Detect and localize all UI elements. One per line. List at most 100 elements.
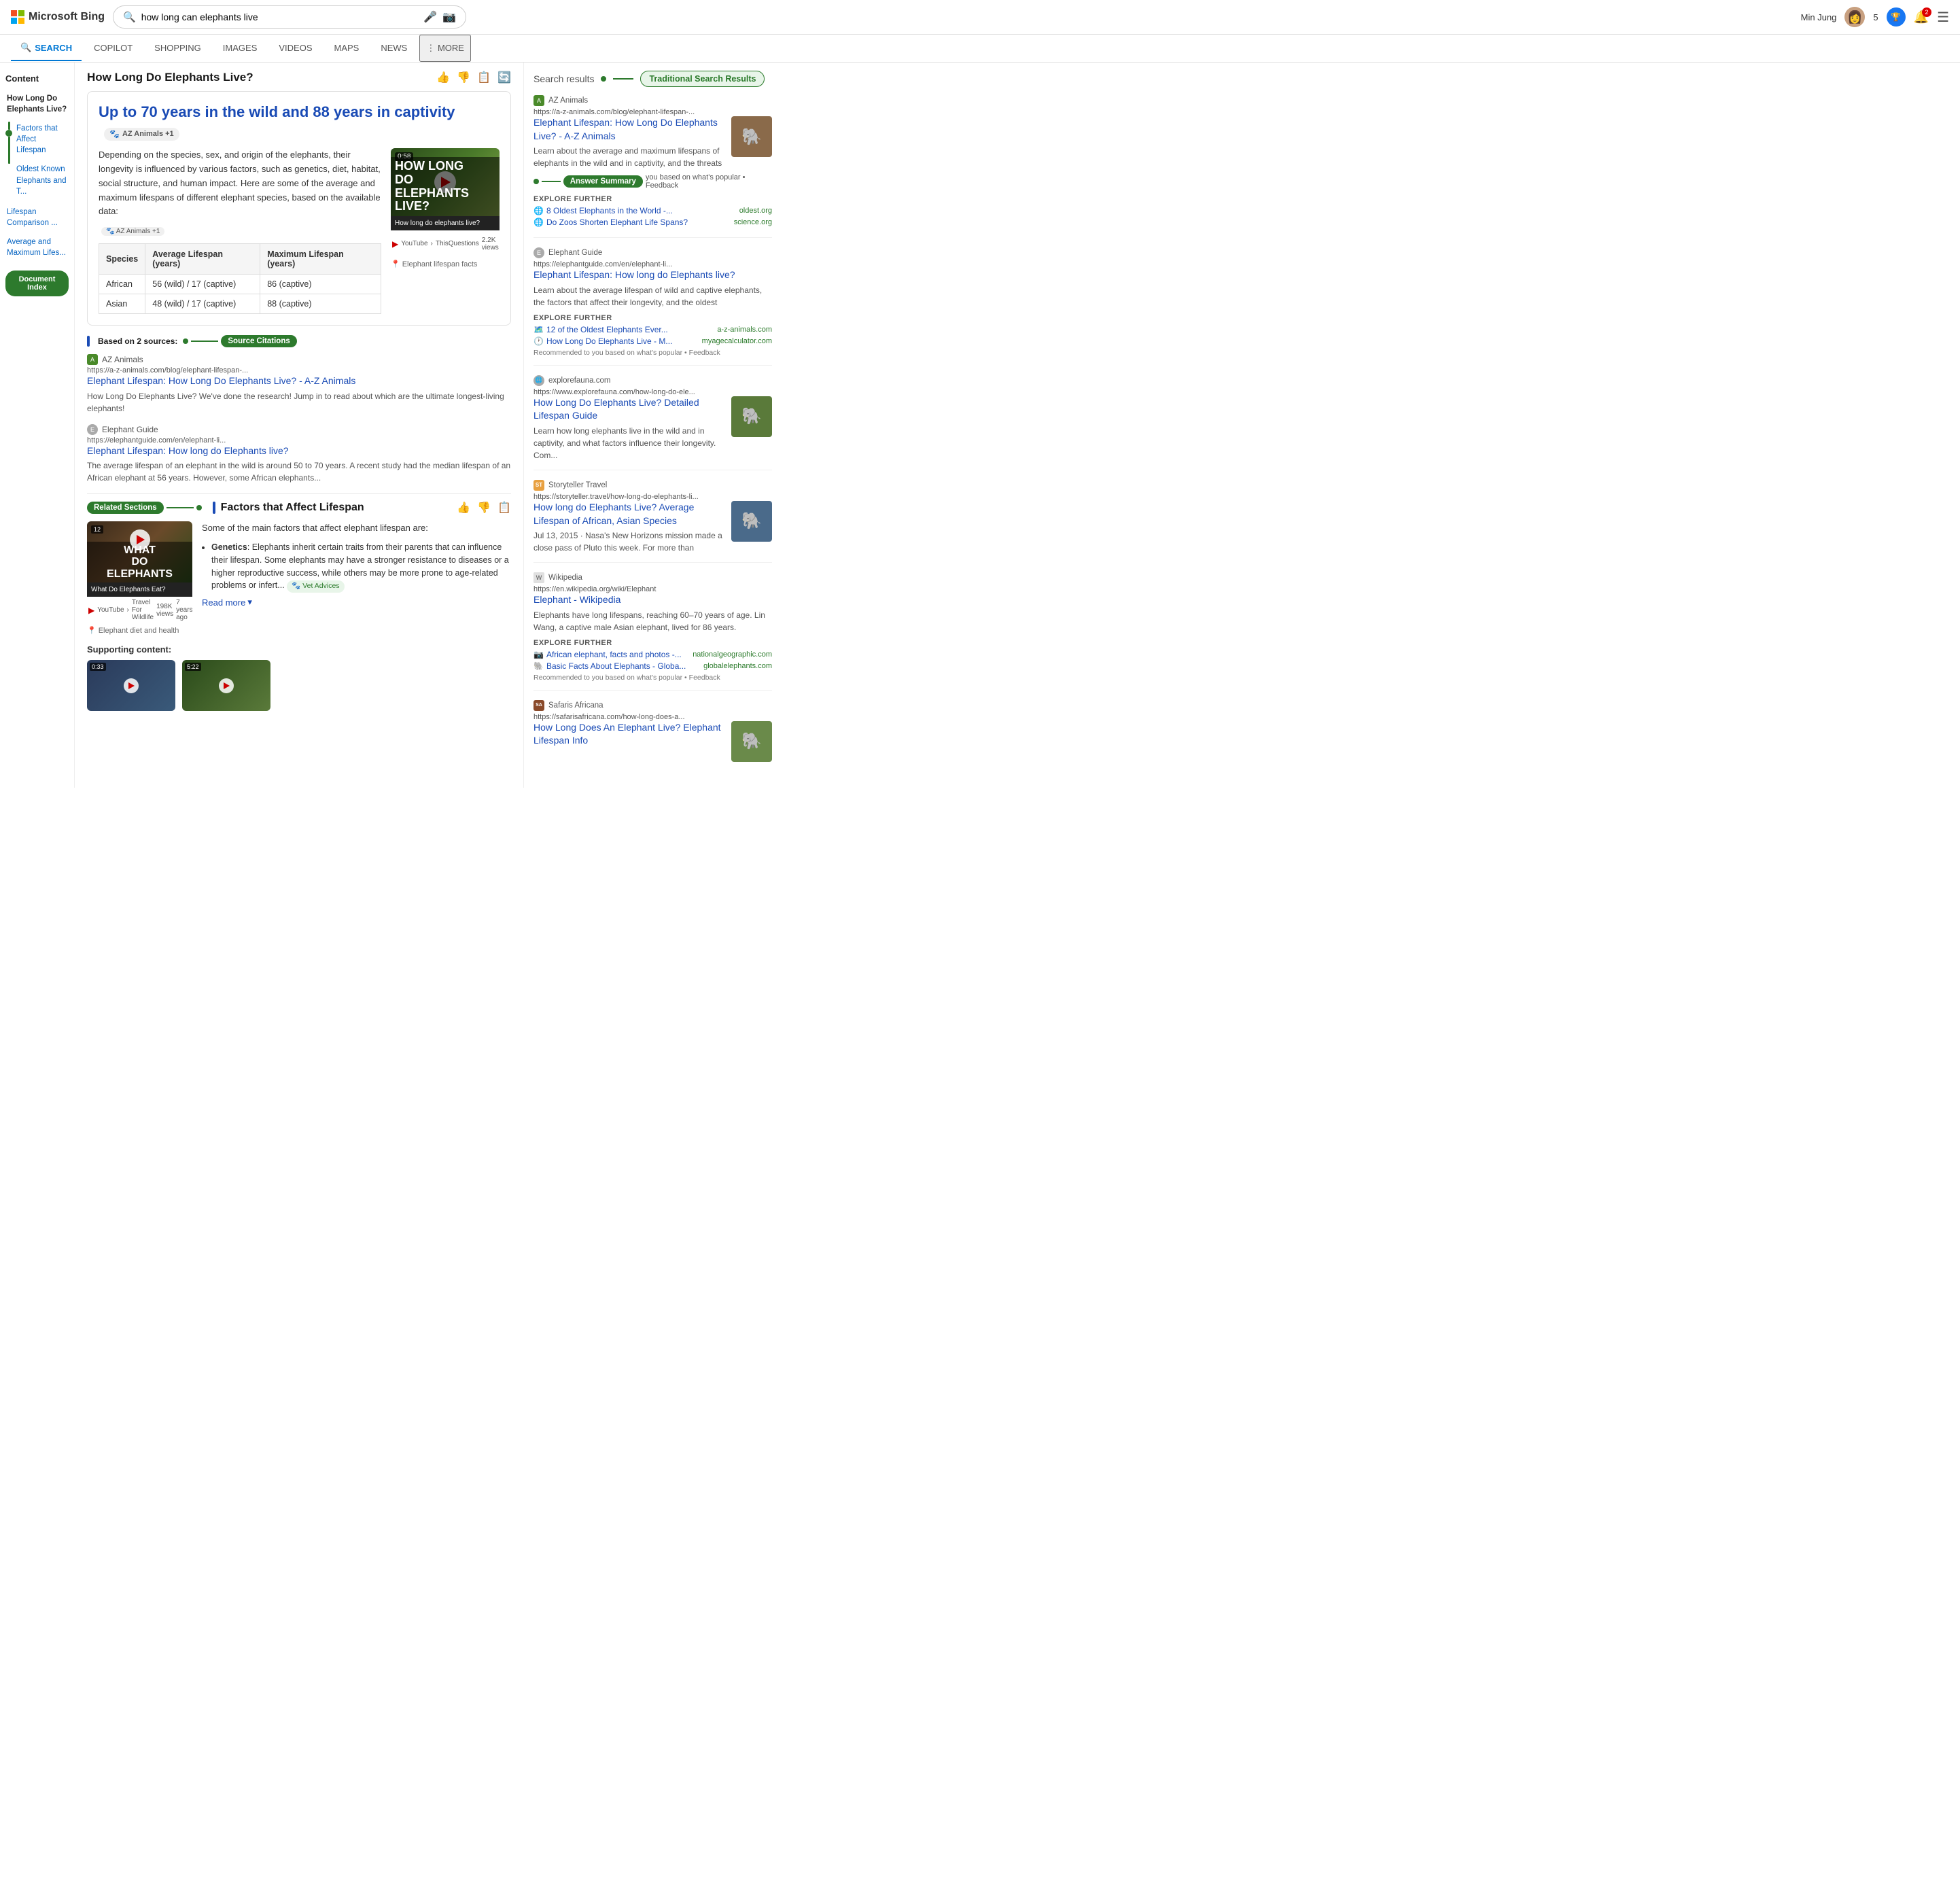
st-domain-name: Storyteller Travel (548, 481, 607, 489)
factor-video-subtitle: What Do Elephants Eat? (87, 582, 192, 597)
explore-further-2: EXPLORE FURTHER (533, 314, 772, 322)
support-play-btn-1[interactable] (124, 678, 139, 693)
read-more-button[interactable]: Read more ▾ (202, 597, 252, 608)
answer-summary-badge[interactable]: Answer Summary (563, 175, 643, 188)
sidebar-item-comparison[interactable]: Lifespan Comparison ... (5, 204, 69, 231)
explore-link-1-2[interactable]: 🌐 Do Zoos Shorten Elephant Life Spans? (533, 217, 688, 227)
search-results-header: Search results Traditional Search Result… (533, 71, 772, 87)
avg-african: 56 (wild) / 17 (captive) (145, 275, 260, 294)
youtube-icon: ▶ (392, 239, 398, 249)
factor-caption-text: Elephant diet and health (99, 627, 179, 635)
col-avg: Average Lifespan (years) (145, 244, 260, 275)
explore-link-1-1[interactable]: 🌐 8 Oldest Elephants in the World -... (533, 206, 673, 215)
center-content: How Long Do Elephants Live? 👍 👎 📋 🔄 Up t… (75, 63, 523, 788)
factor-video[interactable]: 12 WHATDOELEPHANTS What Do Elephants Eat… (87, 521, 192, 635)
explore-link-wp-1[interactable]: 📷 African elephant, facts and photos -..… (533, 650, 682, 659)
read-more-label: Read more (202, 597, 245, 608)
avatar[interactable]: 👩 (1844, 7, 1865, 27)
video-channel-name: ThisQuestions (436, 240, 479, 247)
hamburger-menu[interactable]: ☰ (1937, 9, 1949, 26)
support-video-1[interactable]: 0:33 (87, 660, 175, 711)
factor-video-thumbnail: 12 WHATDOELEPHANTS (87, 521, 192, 582)
tab-maps[interactable]: MAPS (325, 36, 369, 61)
factor-channel-sep: › (127, 606, 129, 614)
factor-text-col: Some of the main factors that affect ele… (202, 521, 511, 608)
answer-summary-annotation: Answer Summary you based on what's popul… (533, 173, 772, 190)
thumbs-down-button[interactable]: 👎 (457, 71, 470, 84)
factor-play-btn[interactable] (130, 529, 150, 550)
copy-button[interactable]: 📋 (477, 71, 491, 84)
tab-shopping[interactable]: SHOPPING (145, 36, 211, 61)
factors-copy[interactable]: 📋 (497, 501, 511, 515)
source-link-az[interactable]: Elephant Lifespan: How Long Do Elephants… (87, 375, 355, 386)
search-tab-icon: 🔍 (20, 42, 31, 53)
explore-link-2-2[interactable]: 🕐 How Long Do Elephants Live - M... (533, 336, 672, 346)
tab-videos[interactable]: VIDEOS (269, 36, 321, 61)
ef-result-snippet: Learn how long elephants live in the wil… (533, 425, 724, 461)
sidebar-item-average[interactable]: Average and Maximum Lifes... (5, 234, 69, 261)
factors-actions: 👍 👎 📋 (457, 501, 511, 515)
sources-label: Based on 2 sources: (98, 336, 177, 346)
tab-maps-label: MAPS (334, 43, 360, 53)
annotation-dash2 (167, 507, 194, 508)
tab-search[interactable]: 🔍 SEARCH (11, 35, 82, 61)
support-video-2[interactable]: 5:22 (182, 660, 270, 711)
logo-sq-yellow (18, 18, 24, 24)
vet-advices-tag[interactable]: 🐾 Vet Advices (287, 580, 344, 593)
answer-video[interactable]: 0:58 HOW LONGDOELEPHANTSLIVE? How long d… (391, 148, 500, 268)
answer-source-tag2[interactable]: 🐾 AZ Animals +1 (101, 227, 164, 236)
eg-result-title[interactable]: Elephant Lifespan: How long do Elephants… (533, 268, 772, 282)
tsr-line (613, 78, 633, 80)
notif-badge: 2 (1922, 7, 1931, 17)
explore-1-2: 🌐 Do Zoos Shorten Elephant Life Spans? s… (533, 217, 772, 227)
logo-area: Microsoft Bing (11, 10, 105, 24)
factor-list: Genetics: Elephants inherit certain trai… (202, 541, 511, 593)
explore-link-2-1[interactable]: 🗺️ 12 of the Oldest Elephants Ever... (533, 325, 668, 334)
document-index-button[interactable]: Document Index (5, 271, 69, 296)
az-result-title[interactable]: Elephant Lifespan: How Long Do Elephants… (533, 116, 724, 143)
sidebar: Content How Long Do Elephants Live? Fact… (0, 63, 75, 788)
mic-button[interactable]: 🎤 (423, 10, 437, 24)
tab-news[interactable]: NEWS (371, 36, 417, 61)
sa-result-row: How Long Does An Elephant Live? Elephant… (533, 721, 772, 762)
tab-images[interactable]: IMAGES (213, 36, 267, 61)
sa-result-title[interactable]: How Long Does An Elephant Live? Elephant… (533, 721, 724, 748)
answer-source-tag[interactable]: 🐾 AZ Animals +1 (104, 128, 179, 141)
factors-thumbs-down[interactable]: 👎 (477, 501, 491, 515)
factors-thumbs-up[interactable]: 👍 (457, 501, 470, 515)
result-storyteller: ST Storyteller Travel https://storytelle… (533, 480, 772, 563)
ef-result-title[interactable]: How Long Do Elephants Live? Detailed Lif… (533, 396, 724, 423)
eg-favicon: E (87, 424, 98, 435)
source-url-az: https://a-z-animals.com/blog/elephant-li… (87, 366, 511, 374)
thumbs-up-button[interactable]: 👍 (436, 71, 450, 84)
logo-sq-green (18, 10, 24, 16)
ef-result-favicon: 🌐 (533, 375, 544, 386)
source-link-eg[interactable]: Elephant Lifespan: How long do Elephants… (87, 445, 289, 456)
sidebar-item-oldest[interactable]: Oldest Known Elephants and T... (15, 161, 69, 199)
tab-more[interactable]: ⋮ MORE (419, 35, 471, 62)
sidebar-item-factors[interactable]: Factors that Affect Lifespan (15, 120, 69, 158)
search-bar[interactable]: 🔍 🎤 📷 (113, 5, 466, 29)
globe-icon-2: 🌐 (533, 217, 544, 227)
tab-copilot[interactable]: COPILOT (84, 36, 142, 61)
reward-icon[interactable]: 🏆 (1887, 7, 1906, 27)
notifications-button[interactable]: 🔔 2 (1914, 10, 1929, 24)
video-caption-text: Elephant lifespan facts (402, 260, 478, 268)
factor-content: 12 WHATDOELEPHANTS What Do Elephants Eat… (87, 521, 511, 635)
related-sections-badge[interactable]: Related Sections (87, 502, 164, 514)
support-play-btn-2[interactable] (219, 678, 234, 693)
explore-link-wp-2[interactable]: 🐘 Basic Facts About Elephants - Globa... (533, 661, 686, 671)
sidebar-item-how-long[interactable]: How Long Do Elephants Live? (5, 90, 69, 118)
sources-bar: Based on 2 sources: Source Citations (87, 335, 511, 347)
search-icon: 🔍 (123, 11, 136, 23)
reward-number: 5 (1873, 12, 1878, 22)
traditional-search-badge[interactable]: Traditional Search Results (640, 71, 765, 87)
st-result-row: How long do Elephants Live? Average Life… (533, 501, 772, 554)
wp-result-title[interactable]: Elephant - Wikipedia (533, 593, 772, 607)
camera-button[interactable]: 📷 (442, 10, 456, 24)
st-result-title[interactable]: How long do Elephants Live? Average Life… (533, 501, 724, 527)
answer-source-label: AZ Animals +1 (122, 129, 174, 139)
source-citations-badge[interactable]: Source Citations (221, 335, 296, 347)
search-input[interactable] (141, 12, 418, 22)
share-button[interactable]: 🔄 (497, 71, 511, 84)
